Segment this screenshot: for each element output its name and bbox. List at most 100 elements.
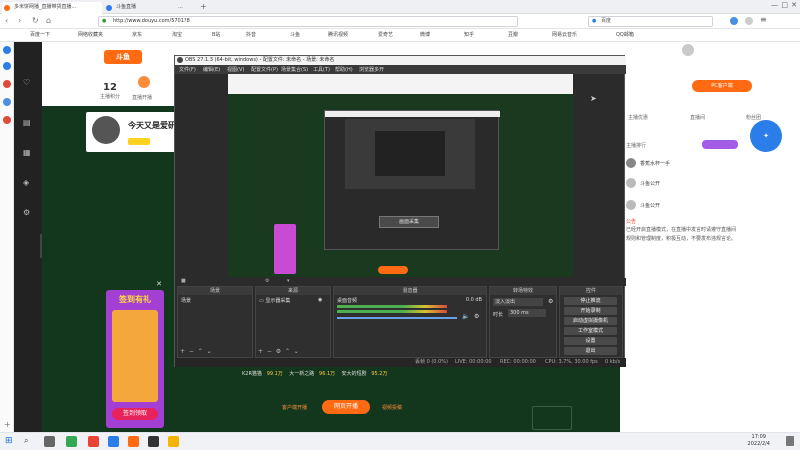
obs-preview-canvas[interactable]: 画面采集 — [228, 74, 573, 277]
obs-app-icon[interactable] — [148, 436, 159, 447]
menu-edit[interactable]: 编辑(E) — [203, 66, 220, 73]
sidebar-app-icon[interactable] — [3, 98, 11, 106]
menu-view[interactable]: 视图(V) — [227, 66, 244, 73]
bookmark-item[interactable]: 斗鱼 — [290, 31, 300, 38]
sidebar-app-icon[interactable] — [3, 80, 11, 88]
bookmark-item[interactable]: B站 — [212, 31, 220, 38]
menu-tools[interactable]: 工具(T) — [313, 66, 330, 73]
follow-button[interactable] — [128, 138, 150, 145]
notification-icon[interactable] — [786, 436, 794, 446]
video-upload-link[interactable]: 视频投稿 — [382, 404, 402, 411]
rank-user[interactable]: 香蕉水杯一手 — [640, 160, 670, 167]
profile-icon[interactable] — [745, 17, 753, 25]
remove-icon[interactable]: − — [267, 348, 272, 355]
transition-select[interactable]: 淡入淡出 — [493, 298, 543, 306]
gear-icon[interactable]: ⚙ — [276, 348, 281, 355]
system-clock[interactable]: 17:09 2022/2/4 — [748, 434, 770, 448]
menu-icon[interactable]: ≡ — [760, 15, 767, 24]
signin-promo[interactable]: 签到有礼 签到领取 ✕ — [106, 280, 164, 428]
forward-icon[interactable]: › — [18, 16, 21, 25]
bookmark-item[interactable]: 知乎 — [464, 31, 474, 38]
tab-douyu[interactable]: 多米饼网播_直播带货直播... — [2, 2, 102, 14]
source-item[interactable]: ▭ 显示器采集 ◉ — [256, 295, 330, 306]
extension-icon[interactable] — [730, 17, 738, 25]
bookmark-item[interactable]: 淘宝 — [172, 31, 182, 38]
bookmark-item[interactable]: 爱奇艺 — [378, 31, 393, 38]
up-icon[interactable]: ⌃ — [285, 348, 290, 355]
remove-icon[interactable]: − — [189, 348, 194, 355]
menu-scene-collection[interactable]: 场景集合(S) — [281, 66, 308, 73]
rank-user[interactable]: 斗鱼公开 — [640, 202, 660, 209]
douyu-logo[interactable]: 斗鱼 — [104, 50, 142, 64]
web-live-button[interactable]: 网页开播 — [322, 400, 370, 414]
url-field[interactable]: ● http://www.douyu.com/5701?8 — [98, 16, 518, 27]
tab-fans[interactable]: 粉丝团 — [746, 114, 761, 121]
minimize-icon[interactable]: — — [771, 1, 778, 9]
client-live-link[interactable]: 客户端开播 — [282, 404, 307, 411]
rank-button[interactable] — [702, 140, 738, 149]
folder-icon[interactable] — [168, 436, 179, 447]
windows-start-icon[interactable]: ⊞ — [5, 436, 13, 446]
bookmark-item[interactable]: 抖音 — [246, 31, 256, 38]
bookmark-item[interactable]: 微博 — [420, 31, 430, 38]
pc-client-button[interactable]: PC客户端 — [692, 80, 752, 92]
app-icon[interactable] — [108, 436, 119, 447]
news-icon[interactable]: ▦ — [23, 148, 31, 157]
rank-user[interactable]: 斗鱼公开 — [640, 180, 660, 187]
browser-icon[interactable] — [88, 436, 99, 447]
bookmark-item[interactable]: 网络收藏夹 — [78, 31, 103, 38]
record-icon[interactable]: ▤ — [23, 118, 31, 127]
promo-badge-icon[interactable]: ✦ — [750, 120, 782, 152]
search-icon[interactable]: ⌕ — [24, 436, 28, 446]
heart-icon[interactable]: ♡ — [23, 78, 30, 87]
studio-mode-button[interactable]: 工作室模式 — [564, 327, 617, 335]
exit-button[interactable]: 退出 — [564, 347, 617, 355]
menu-file[interactable]: 文件(F) — [179, 66, 196, 73]
down-icon[interactable]: ⌄ — [207, 348, 212, 355]
up-icon[interactable]: ⌃ — [198, 348, 203, 355]
refresh-icon[interactable]: ↻ — [32, 16, 39, 25]
duration-field[interactable]: 300 ms — [508, 309, 546, 317]
gear-icon[interactable]: ⚙ — [474, 313, 479, 320]
gear-icon[interactable]: ⚙ — [548, 298, 553, 305]
bookmark-item[interactable]: 京东 — [132, 31, 142, 38]
home-icon[interactable]: ⌂ — [46, 16, 51, 25]
user-avatar[interactable] — [682, 44, 694, 56]
search-input[interactable]: ● 百度 — [588, 16, 713, 27]
sidebar-app-icon[interactable] — [3, 46, 11, 54]
back-icon[interactable]: ‹ — [5, 16, 8, 25]
properties-icon[interactable]: ⚙ — [265, 278, 269, 284]
tab-third[interactable]: ... — [166, 2, 196, 14]
signin-button[interactable]: 签到领取 — [112, 408, 158, 420]
add-icon[interactable]: + — [180, 348, 185, 355]
app-icon[interactable] — [66, 436, 77, 447]
maximize-icon[interactable]: □ — [781, 1, 788, 9]
taskview-icon[interactable] — [44, 436, 55, 447]
close-icon[interactable]: ✕ — [791, 1, 797, 9]
settings-icon[interactable]: ⚙ — [23, 208, 30, 217]
menu-help[interactable]: 帮助(H) — [335, 66, 353, 73]
volume-slider[interactable] — [337, 317, 457, 319]
tab-host-offer[interactable]: 主播优惠 — [628, 114, 648, 121]
speaker-icon[interactable]: 🔈 — [462, 313, 469, 320]
sidebar-app-icon[interactable] — [3, 62, 11, 70]
streamer-avatar[interactable] — [92, 116, 120, 144]
add-icon[interactable]: + — [258, 348, 263, 355]
new-tab-icon[interactable]: + — [200, 2, 207, 11]
douyu-app-icon[interactable] — [128, 436, 139, 447]
bookmark-item[interactable]: 腾讯视频 — [328, 31, 348, 38]
tab-second[interactable]: 斗鱼直播 — [104, 2, 164, 14]
live-badge-icon[interactable] — [138, 76, 150, 88]
bookmark-item[interactable]: 百度一下 — [30, 31, 50, 38]
sidebar-add-icon[interactable]: + — [4, 420, 11, 429]
settings-button[interactable]: 设置 — [564, 337, 617, 345]
menu-multi-browser[interactable]: 浏览器多开 — [359, 66, 384, 73]
close-icon[interactable]: ✕ — [156, 280, 162, 288]
menu-profile[interactable]: 配置文件(P) — [251, 66, 278, 73]
bookmark-item[interactable]: 豆瓣 — [508, 31, 518, 38]
filters-icon[interactable]: ▾ — [287, 278, 290, 284]
stop-streaming-button[interactable]: 停止推流 — [564, 297, 617, 305]
visibility-icon[interactable]: ◉ — [318, 297, 322, 303]
bookmark-item[interactable]: QQ邮箱 — [616, 31, 634, 38]
start-recording-button[interactable]: 开始录制 — [564, 307, 617, 315]
